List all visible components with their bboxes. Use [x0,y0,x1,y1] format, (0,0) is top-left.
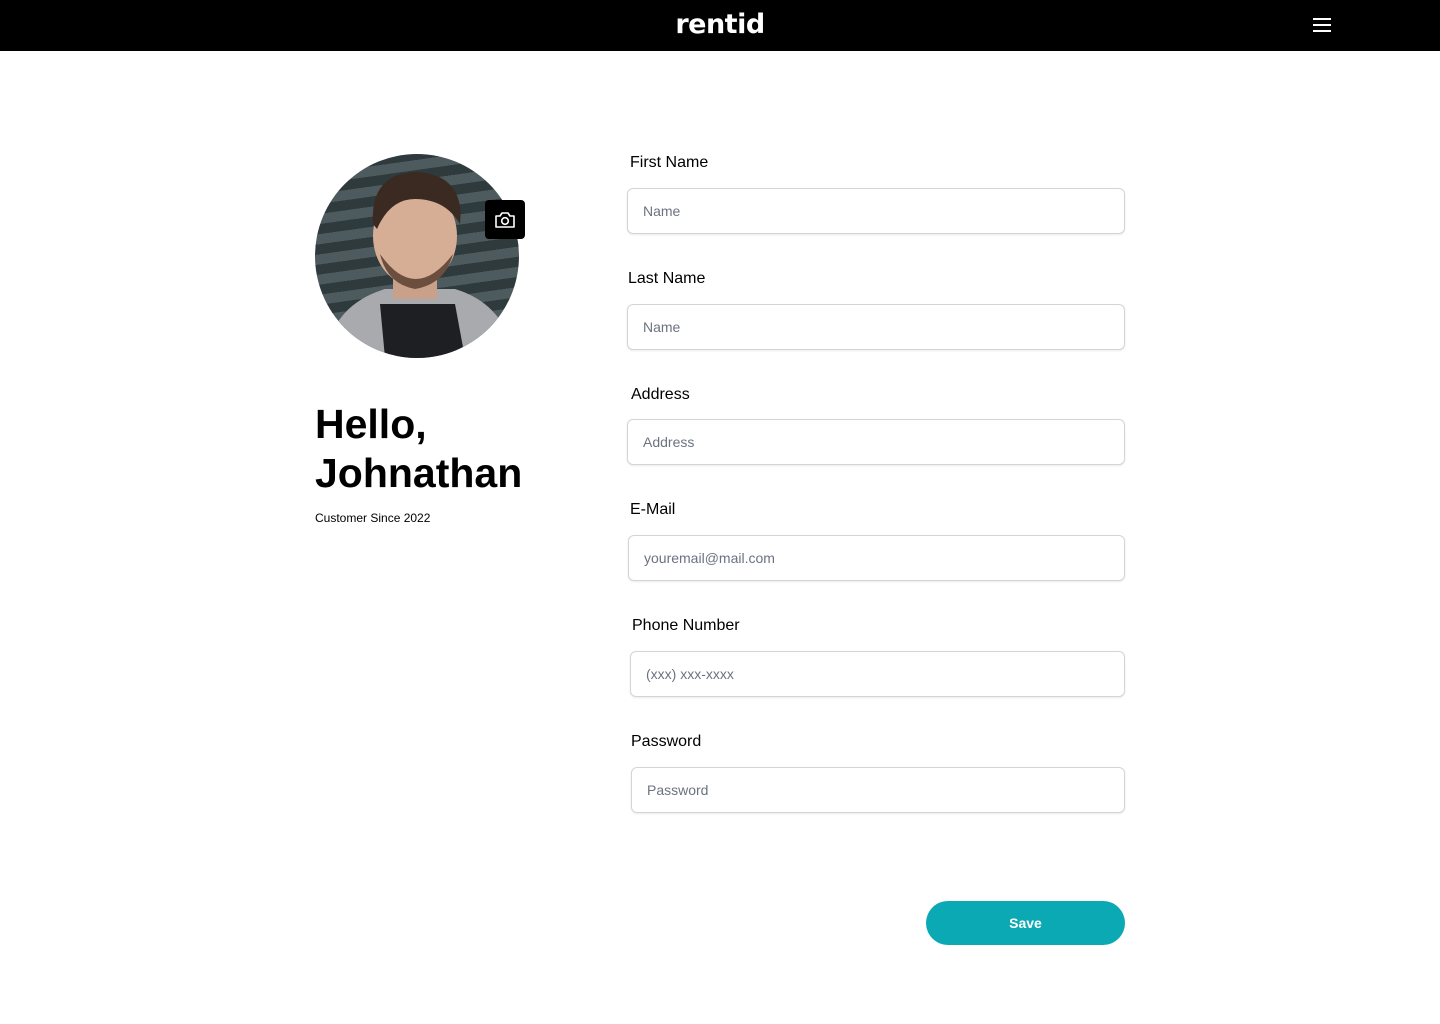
address-label: Address [631,386,690,403]
phone-field: Phone Number [630,617,1130,697]
phone-input[interactable] [630,651,1125,697]
logo[interactable]: rentid [0,9,1440,40]
last-name-label: Last Name [628,270,706,287]
save-button[interactable]: Save [926,901,1125,945]
address-input[interactable] [627,419,1125,465]
last-name-input[interactable] [627,304,1125,350]
address-field: Address [627,386,1127,465]
change-photo-button[interactable] [485,200,525,239]
last-name-field: Last Name [627,270,1127,350]
email-input[interactable] [628,535,1125,581]
email-field: E-Mail [628,501,1128,581]
camera-icon [495,211,515,228]
first-name-field: First Name [627,154,1127,234]
password-field: Password [631,733,1131,813]
greeting-text: Hello, [315,401,427,447]
password-label: Password [631,733,702,750]
first-name-label: First Name [630,154,709,171]
password-input[interactable] [631,767,1125,813]
email-label: E-Mail [630,501,676,518]
phone-label: Phone Number [632,617,740,634]
user-name: Johnathan [315,450,523,496]
hamburger-menu-icon[interactable] [1313,18,1331,34]
customer-since: Customer Since 2022 [315,511,431,525]
top-nav-bar: rentid [0,0,1440,51]
first-name-input[interactable] [627,188,1125,234]
avatar [315,154,519,358]
greeting-heading: Hello, Johnathan [315,400,522,498]
